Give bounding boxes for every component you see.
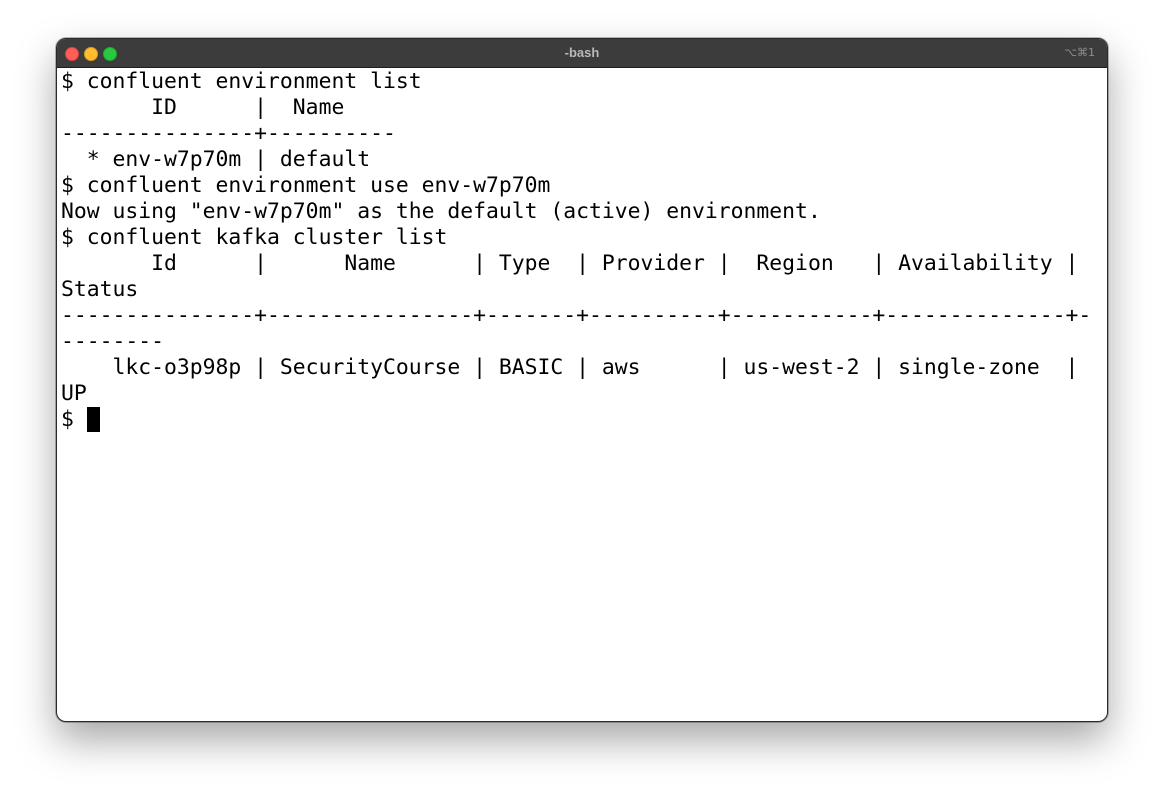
terminal-line: lkc-o3p98p | SecurityCourse | BASIC | aw…	[61, 355, 1079, 380]
text-cursor	[86, 407, 100, 432]
terminal-line: ---------------+----------------+-------…	[61, 303, 1092, 328]
prompt-symbol: $	[61, 407, 87, 432]
terminal-output[interactable]: $ confluent environment list ID | Name -…	[61, 69, 1103, 717]
terminal-line: UP	[61, 381, 87, 406]
terminal-line: $ confluent environment use env-w7p70m	[61, 173, 551, 198]
terminal-window: -bash ⌥⌘1 $ confluent environment list I…	[56, 38, 1108, 722]
terminal-line: --------	[61, 329, 165, 354]
window-shortcut-label: ⌥⌘1	[1064, 46, 1095, 59]
input-prompt-line[interactable]: $	[61, 407, 1103, 433]
terminal-line: $ confluent environment list	[61, 69, 422, 94]
terminal-line: Now using "env-w7p70m" as the default (a…	[61, 199, 821, 224]
terminal-line: ID | Name	[61, 95, 345, 120]
terminal-line: $ confluent kafka cluster list	[61, 225, 448, 250]
terminal-line: Id | Name | Type | Provider | Region | A…	[61, 251, 1079, 276]
title-bar[interactable]: -bash ⌥⌘1	[57, 39, 1107, 68]
terminal-line: ---------------+----------	[61, 121, 396, 146]
terminal-line: * env-w7p70m | default	[61, 147, 371, 172]
window-title: -bash	[564, 45, 600, 60]
terminal-line: Status	[61, 277, 139, 302]
